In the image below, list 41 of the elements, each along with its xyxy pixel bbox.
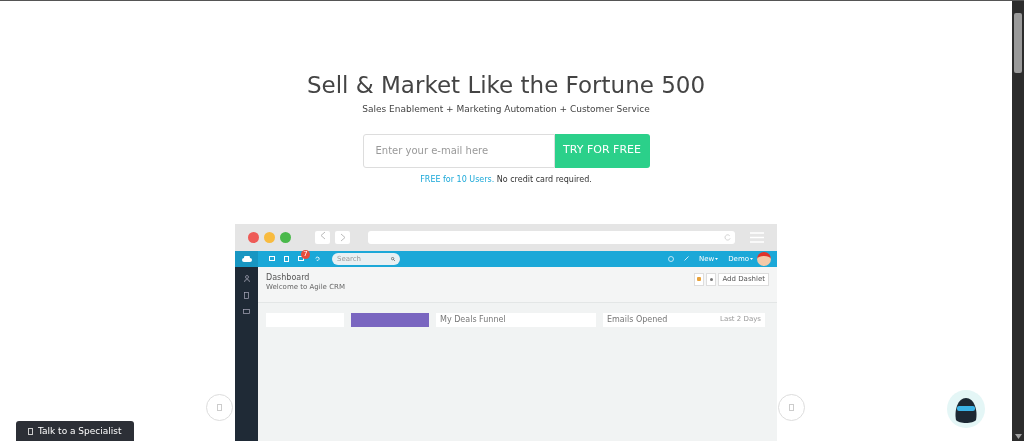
person-icon[interactable] <box>243 274 250 282</box>
history-icon[interactable] <box>315 256 320 261</box>
theme-button[interactable] <box>694 272 705 286</box>
previous-slide-button[interactable] <box>206 394 233 421</box>
free-users-link[interactable]: FREE for 10 Users. <box>420 174 495 184</box>
chevron-left-icon <box>319 230 326 240</box>
dashlet-title: Emails Opened <box>607 314 668 325</box>
caret-icon <box>715 257 719 260</box>
palette-icon <box>697 277 702 281</box>
menu-icon[interactable] <box>750 231 764 243</box>
hero-title: Sell & Market Like the Fortune 500 <box>306 71 706 100</box>
calendar-icon[interactable] <box>284 255 289 262</box>
expand-icon[interactable] <box>683 256 689 261</box>
settings-icon <box>709 277 713 281</box>
caret-icon <box>750 257 753 260</box>
reload-icon[interactable] <box>724 233 731 241</box>
search-icon <box>391 256 395 261</box>
address-bar[interactable] <box>368 230 735 244</box>
next-slide-button[interactable] <box>778 394 805 421</box>
email-field[interactable]: Enter your e-mail here <box>362 133 555 168</box>
glyph-icon <box>217 404 222 411</box>
document-icon[interactable] <box>244 291 249 299</box>
hero-subtitle: Sales Enablement + Marketing Automation + Customer Service <box>362 103 650 116</box>
scrollbar-thumb[interactable] <box>1014 13 1022 73</box>
glyph-icon <box>28 428 33 435</box>
page-title: Dashboard <box>266 272 311 283</box>
user-avatar[interactable] <box>757 251 771 266</box>
card-icon[interactable] <box>243 308 250 314</box>
chevron-right-icon <box>339 232 346 242</box>
settings-button[interactable] <box>706 272 717 286</box>
help-icon[interactable] <box>667 255 674 262</box>
glyph-icon <box>789 404 794 411</box>
dashlet-title: My Deals Funnel <box>440 314 506 325</box>
try-free-button[interactable]: TRY FOR FREE <box>554 133 650 168</box>
forward-button[interactable] <box>335 230 350 244</box>
scroll-down-icon[interactable] <box>1014 434 1022 439</box>
signup-note: FREE for 10 Users. No credit card required. <box>420 173 592 186</box>
cloud-logo-icon <box>241 255 252 262</box>
talk-to-specialist-button[interactable]: Talk to a Specialist <box>16 421 134 441</box>
back-button[interactable] <box>315 230 330 244</box>
chat-mascot-icon[interactable] <box>947 390 985 428</box>
